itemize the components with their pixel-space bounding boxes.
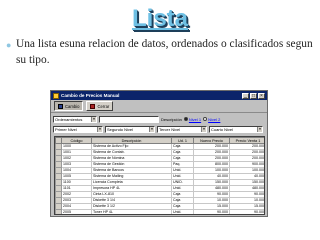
option-level-2-label: Nivel 2 xyxy=(208,116,221,122)
maximize-icon[interactable]: □ xyxy=(250,92,257,99)
radio-icon xyxy=(183,117,188,121)
table-cell: 90.000 xyxy=(229,209,264,214)
minimize-icon[interactable]: _ xyxy=(242,92,249,99)
close-button[interactable]: Cerrar xyxy=(86,101,114,111)
first-level-select[interactable]: Primer Nivel ▼ xyxy=(53,125,103,133)
price-table: Código Descripción Ud. 1 Nuevo Precio Precio… xyxy=(55,137,264,214)
chevron-down-icon[interactable]: ▼ xyxy=(149,126,154,132)
price-grid[interactable]: Código Descripción Ud. 1 Nuevo Precio Precio… xyxy=(54,136,265,215)
filter-row-1: Ordenamientos ▼ Descripción Nivel 1 Nive… xyxy=(51,114,267,124)
window-title: Cambio de Precios Manual xyxy=(61,93,120,98)
first-level-value: Primer Nivel xyxy=(55,126,77,132)
close-icon[interactable]: × xyxy=(258,92,265,99)
option-level-2[interactable]: Nivel 2 xyxy=(203,117,220,122)
save-change-button[interactable]: Cambio xyxy=(54,101,84,111)
option-level-1-label: Nivel 1 xyxy=(188,116,202,122)
close-label: Cerrar xyxy=(97,103,110,109)
third-level-value: Tercer Nivel xyxy=(159,126,181,132)
chevron-down-icon[interactable]: ▼ xyxy=(97,126,102,132)
third-level-select[interactable]: Tercer Nivel ▼ xyxy=(157,125,207,133)
table-cell[interactable]: 90.000 xyxy=(193,209,230,214)
window-titlebar[interactable]: Cambio de Precios Manual _ □ × xyxy=(51,91,267,100)
toolbar: Cambio Cerrar xyxy=(51,100,267,113)
sort-order-value: Ordenamientos xyxy=(55,116,83,122)
exit-icon xyxy=(90,103,96,109)
price-change-window: Cambio de Precios Manual _ □ × Cambio Ce… xyxy=(50,90,268,217)
chevron-down-icon[interactable]: ▼ xyxy=(91,116,96,122)
description-label: Descripción xyxy=(161,116,182,122)
second-level-value: Segundo Nivel xyxy=(107,126,134,132)
fourth-level-value: Cuarto Nivel xyxy=(211,126,234,132)
second-level-select[interactable]: Segundo Nivel ▼ xyxy=(105,125,155,133)
chevron-down-icon[interactable]: ▼ xyxy=(201,126,206,132)
table-row[interactable]: 2005 Toner HP 4L Unid. 90.000 90.000 xyxy=(55,209,264,214)
filter-input-1[interactable] xyxy=(99,115,159,123)
app-icon xyxy=(53,92,59,99)
table-cell: Toner HP 4L xyxy=(91,209,172,214)
fourth-level-select[interactable]: Cuarto Nivel ▼ xyxy=(209,125,263,133)
bullet-text: Una lista esuna relacion de datos, orden… xyxy=(16,38,313,66)
radio-icon xyxy=(203,117,208,121)
bullet-item: ● Una lista esuna relacion de datos, ord… xyxy=(6,36,314,68)
option-level-1[interactable]: Nivel 1 xyxy=(183,116,202,122)
table-cell: 2005 xyxy=(61,209,92,214)
sort-order-select[interactable]: Ordenamientos ▼ xyxy=(53,115,97,123)
table-cell: Unid. xyxy=(171,209,194,214)
bullet-icon: ● xyxy=(6,40,12,50)
save-icon xyxy=(58,103,63,109)
save-change-label: Cambio xyxy=(65,103,80,109)
chevron-down-icon[interactable]: ▼ xyxy=(257,126,262,132)
filter-row-2: Primer Nivel ▼ Segundo Nivel ▼ Tercer Ni… xyxy=(51,124,267,134)
slide-title: Lista xyxy=(131,5,188,32)
